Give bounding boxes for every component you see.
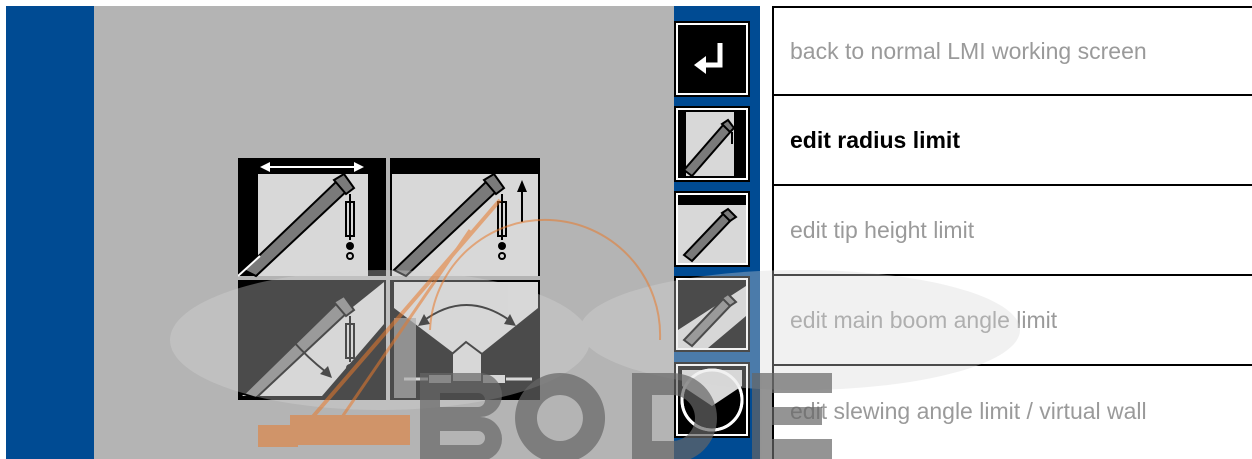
boom-angle-softkey-button[interactable] bbox=[674, 276, 750, 352]
legend-radius-label: edit radius limit bbox=[774, 96, 1252, 186]
return-arrow-icon bbox=[678, 25, 746, 93]
left-blue-strip bbox=[6, 6, 94, 459]
limit-function-grid bbox=[238, 158, 540, 400]
slewing-softkey-button[interactable] bbox=[674, 362, 750, 438]
radius-limit-icon bbox=[678, 110, 746, 178]
legend-tip-height-label: edit tip height limit bbox=[774, 186, 1252, 276]
slewing-limit-icon bbox=[678, 366, 746, 434]
softkey-legend: back to normal LMI working screen edit r… bbox=[772, 6, 1252, 459]
tip-height-softkey-button[interactable] bbox=[674, 191, 750, 267]
legend-slewing-label: edit slewing angle limit / virtual wall bbox=[774, 366, 1252, 456]
slewing-limit-tile-icon[interactable] bbox=[390, 280, 540, 400]
radius-limit-tile-icon[interactable] bbox=[238, 158, 386, 278]
legend-back-label: back to normal LMI working screen bbox=[774, 6, 1252, 96]
back-softkey-button[interactable] bbox=[674, 21, 750, 97]
legend-boom-angle-label: edit main boom angle limit bbox=[774, 276, 1252, 366]
boom-angle-limit-icon bbox=[678, 280, 746, 348]
lmi-screen bbox=[6, 6, 760, 459]
tip-height-tile-icon[interactable] bbox=[390, 158, 540, 278]
boom-angle-tile-icon[interactable] bbox=[238, 280, 386, 400]
tip-height-limit-icon bbox=[678, 195, 746, 263]
radius-limit-softkey-button[interactable] bbox=[674, 106, 750, 182]
